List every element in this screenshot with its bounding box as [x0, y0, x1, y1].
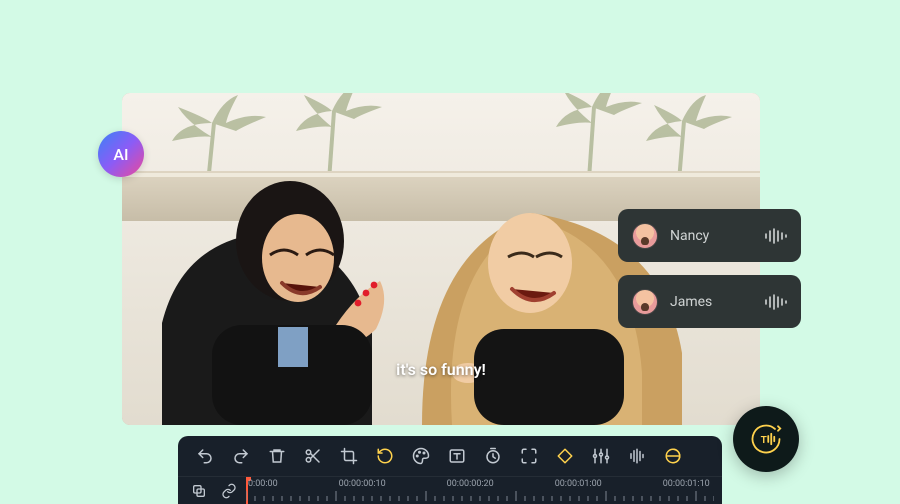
ruler-timestamp: 00:00:01:00: [555, 479, 602, 489]
speaker-card[interactable]: Nancy: [618, 209, 801, 262]
adjust-button[interactable]: [586, 441, 616, 471]
ruler-timestamp: 0:00:00: [248, 479, 278, 489]
timeline-toolbar: 0:00:00 00:00:00:10 00:00:00:20 00:00:01…: [178, 436, 722, 504]
redo-button[interactable]: [226, 441, 256, 471]
palette-button[interactable]: [406, 441, 436, 471]
waveform-icon: [765, 294, 787, 310]
waveform-icon: [765, 228, 787, 244]
avatar: [632, 223, 658, 249]
color-wheel-button[interactable]: [658, 441, 688, 471]
split-button[interactable]: [298, 441, 328, 471]
transcribe-fab[interactable]: T: [733, 406, 799, 472]
timeline-ruler[interactable]: 0:00:00 00:00:00:10 00:00:00:20 00:00:01…: [246, 477, 714, 504]
copy-icon[interactable]: [186, 478, 212, 504]
keyframe-button[interactable]: [550, 441, 580, 471]
delete-button[interactable]: [262, 441, 292, 471]
ai-badge: AI: [98, 131, 144, 177]
avatar: [632, 289, 658, 315]
svg-text:T: T: [761, 435, 767, 446]
ai-badge-label: AI: [113, 145, 128, 164]
speaker-card[interactable]: James: [618, 275, 801, 328]
audio-button[interactable]: [622, 441, 652, 471]
text-button[interactable]: [442, 441, 472, 471]
rotate-button[interactable]: [370, 441, 400, 471]
ruler-timestamp: 00:00:00:20: [447, 479, 494, 489]
link-icon[interactable]: [216, 478, 242, 504]
caption-text: it's so funny!: [396, 360, 486, 379]
undo-button[interactable]: [190, 441, 220, 471]
speaker-name: James: [670, 294, 753, 310]
crop-button[interactable]: [334, 441, 364, 471]
ruler-timestamp: 00:00:00:10: [339, 479, 386, 489]
expand-button[interactable]: [514, 441, 544, 471]
ruler-timestamp: 00:00:01:10: [663, 479, 710, 489]
speaker-name: Nancy: [670, 228, 753, 244]
speed-button[interactable]: [478, 441, 508, 471]
